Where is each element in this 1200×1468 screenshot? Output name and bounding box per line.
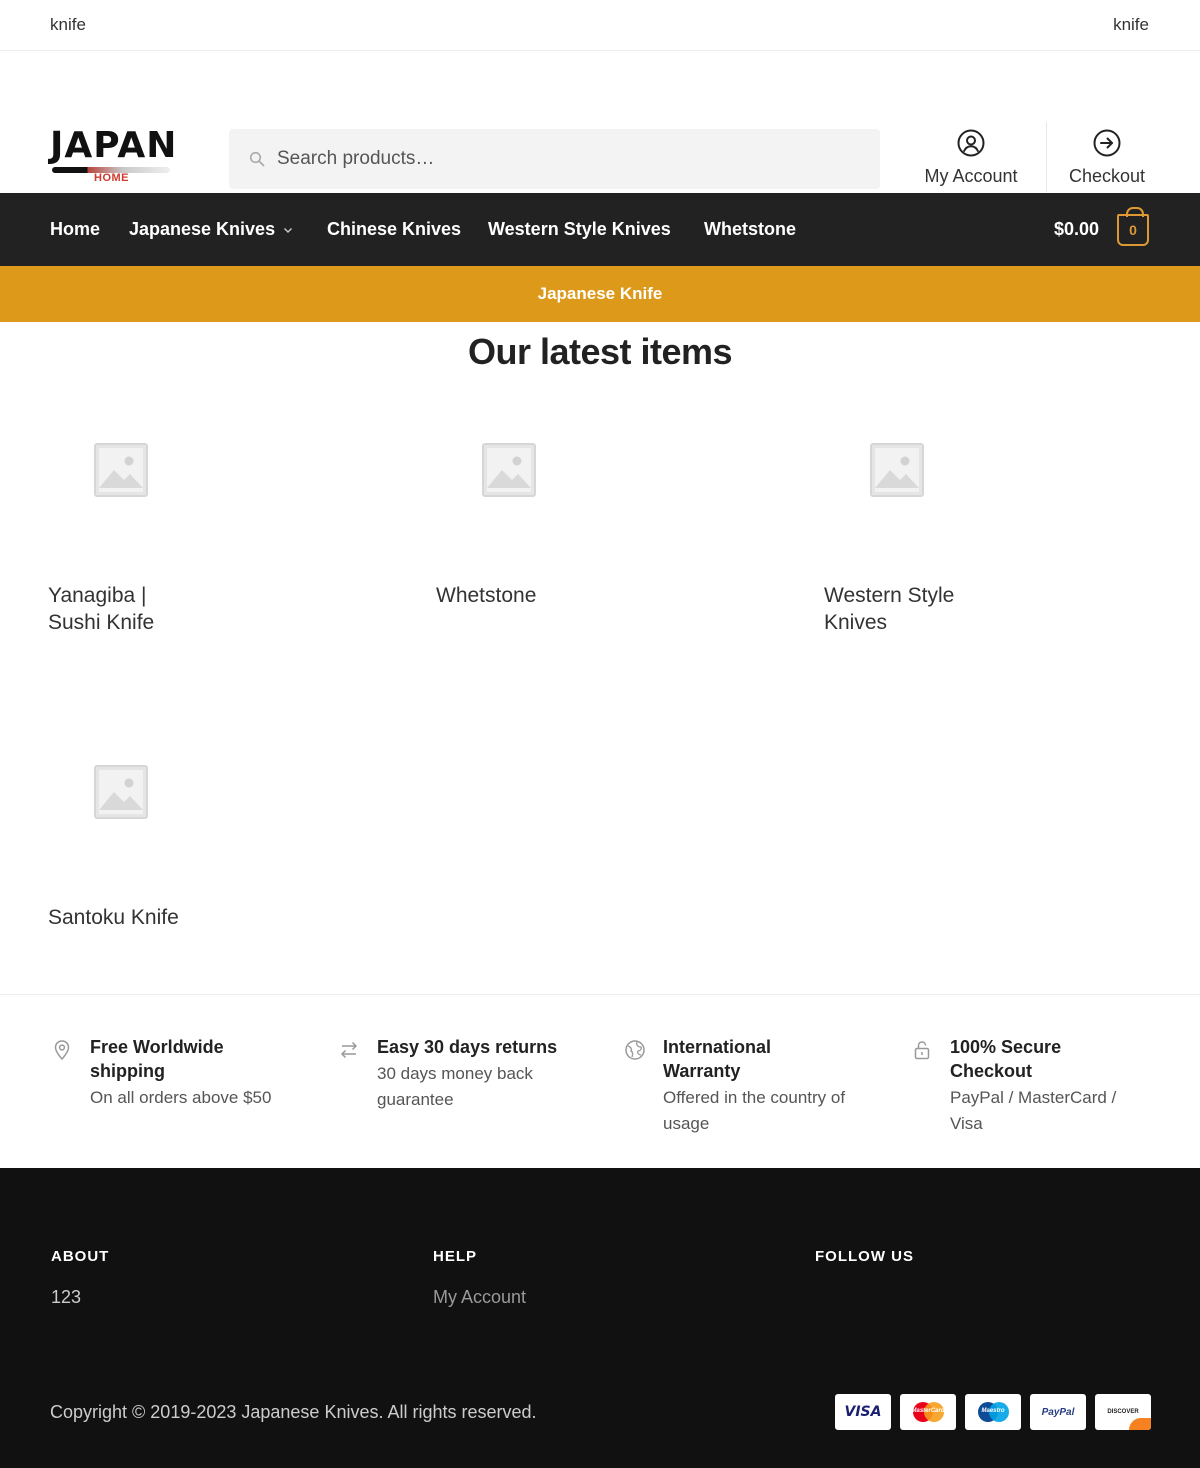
my-account-label: My Account bbox=[924, 166, 1018, 186]
product-name[interactable]: Western Style Knives bbox=[824, 582, 974, 636]
features-strip: Free Worldwide shipping On all orders ab… bbox=[0, 994, 1200, 1168]
paypal-label: PayPal bbox=[1041, 1406, 1075, 1418]
product-search[interactable] bbox=[229, 129, 880, 189]
discover-label: DISCOVER bbox=[1107, 1409, 1139, 1415]
feature-warranty: International Warranty Offered in the co… bbox=[624, 1035, 864, 1137]
product-name[interactable]: Santoku Knife bbox=[48, 904, 368, 931]
nav-item-western-style-knives[interactable]: Western Style Knives bbox=[488, 219, 671, 240]
feature-description: PayPal / MasterCard / Visa bbox=[950, 1088, 1117, 1133]
top-bar: knife knife bbox=[0, 0, 1200, 51]
logo-wordmark: JAPAN bbox=[50, 125, 178, 166]
primary-navigation: Home Japanese Knives Chinese Knives West… bbox=[0, 193, 1200, 266]
product-placeholder-image[interactable] bbox=[48, 732, 198, 882]
product-card[interactable]: Whetstone bbox=[436, 410, 756, 609]
discover-icon: DISCOVER bbox=[1095, 1394, 1151, 1430]
paypal-icon: PayPal bbox=[1030, 1394, 1086, 1430]
arrow-right-circle-icon bbox=[1093, 129, 1121, 157]
visa-label: VISA bbox=[844, 1404, 882, 1420]
product-card[interactable]: Santoku Knife bbox=[48, 732, 368, 931]
mastercard-icon: MasterCard bbox=[900, 1394, 956, 1430]
site-footer: ABOUT 123 HELP My Account FOLLOW US Copy… bbox=[0, 1168, 1200, 1468]
footer-follow: FOLLOW US bbox=[815, 1248, 914, 1265]
footer-about-text: 123 bbox=[51, 1287, 82, 1307]
footer-heading: ABOUT bbox=[51, 1248, 110, 1265]
section-title: Our latest items bbox=[467, 331, 733, 372]
user-circle-icon bbox=[957, 129, 985, 157]
product-card[interactable]: Yanagiba | Sushi Knife bbox=[48, 410, 368, 636]
feature-returns: Easy 30 days returns 30 days money back … bbox=[338, 1035, 578, 1113]
chevron-down-icon bbox=[284, 227, 293, 233]
product-placeholder-image[interactable] bbox=[824, 410, 974, 560]
lock-icon bbox=[914, 1041, 930, 1060]
image-placeholder-icon bbox=[94, 443, 148, 497]
location-pin-icon bbox=[54, 1040, 70, 1061]
footer-my-account-link[interactable]: My Account bbox=[433, 1287, 526, 1308]
footer-help: HELP My Account bbox=[433, 1248, 526, 1308]
nav-item-label: Western Style Knives bbox=[488, 219, 671, 239]
nav-item-chinese-knives[interactable]: Chinese Knives bbox=[327, 219, 461, 240]
logo-subtext: HOME bbox=[94, 172, 129, 184]
search-input[interactable] bbox=[277, 148, 837, 170]
cart-total[interactable]: $0.00 bbox=[1054, 219, 1099, 240]
product-placeholder-image[interactable] bbox=[48, 410, 198, 560]
product-placeholder-image[interactable] bbox=[436, 410, 586, 560]
product-card[interactable]: Western Style Knives bbox=[824, 410, 1144, 636]
image-placeholder-icon bbox=[482, 443, 536, 497]
image-placeholder-icon bbox=[870, 443, 924, 497]
feature-title: Easy 30 days returns bbox=[377, 1037, 558, 1057]
feature-title: Free Worldwide shipping bbox=[90, 1037, 224, 1081]
nav-item-label: Japanese Knives bbox=[129, 219, 276, 239]
nav-item-whetstone[interactable]: Whetstone bbox=[704, 219, 796, 240]
footer-heading: FOLLOW US bbox=[815, 1248, 914, 1265]
product-name[interactable]: Whetstone bbox=[436, 582, 756, 609]
cart-count-icon[interactable]: 0 bbox=[1117, 207, 1149, 246]
my-account-link[interactable]: My Account bbox=[915, 128, 1027, 187]
maestro-label: Maestro bbox=[981, 1408, 1005, 1414]
promo-banner[interactable]: Japanese Knife bbox=[0, 266, 1200, 322]
maestro-icon: Maestro bbox=[965, 1394, 1021, 1430]
checkout-label: Checkout bbox=[1068, 166, 1146, 186]
feature-shipping: Free Worldwide shipping On all orders ab… bbox=[51, 1035, 291, 1111]
nav-item-label: Whetstone bbox=[704, 219, 796, 239]
banner-text: Japanese Knife bbox=[537, 284, 663, 303]
product-name[interactable]: Yanagiba | Sushi Knife bbox=[48, 582, 168, 636]
feature-description: Offered in the country of usage bbox=[663, 1088, 846, 1133]
search-icon bbox=[249, 151, 265, 167]
top-bar-right-text: knife bbox=[1113, 15, 1149, 34]
nav-item-label: Home bbox=[50, 219, 101, 239]
visa-card-icon: VISA bbox=[835, 1394, 891, 1430]
feature-secure-checkout: 100% Secure Checkout PayPal / MasterCard… bbox=[911, 1035, 1151, 1137]
image-placeholder-icon bbox=[94, 765, 148, 819]
checkout-link[interactable]: Checkout bbox=[1058, 128, 1156, 187]
nav-item-home[interactable]: Home bbox=[50, 219, 100, 240]
header-divider bbox=[1046, 122, 1047, 192]
copyright-text: Copyright © 2019-2023 Japanese Knives. A… bbox=[50, 1402, 537, 1422]
feature-title: International Warranty bbox=[663, 1037, 772, 1081]
site-logo[interactable]: JAPAN HOME bbox=[50, 125, 178, 186]
footer-heading: HELP bbox=[433, 1248, 478, 1265]
exchange-arrows-icon bbox=[340, 1041, 358, 1059]
payment-methods: VISA MasterCard Maestro PayPal DISCOVER bbox=[835, 1394, 1151, 1430]
mastercard-label: MasterCard bbox=[911, 1408, 945, 1414]
feature-description: On all orders above $50 bbox=[90, 1088, 272, 1107]
globe-icon bbox=[625, 1040, 645, 1060]
nav-item-japanese-knives[interactable]: Japanese Knives bbox=[129, 219, 293, 240]
feature-description: 30 days money back guarantee bbox=[377, 1064, 533, 1109]
top-bar-left-text: knife bbox=[50, 15, 86, 34]
feature-title: 100% Secure Checkout bbox=[950, 1037, 1062, 1081]
footer-about: ABOUT 123 bbox=[51, 1248, 109, 1308]
nav-item-label: Chinese Knives bbox=[327, 219, 462, 239]
